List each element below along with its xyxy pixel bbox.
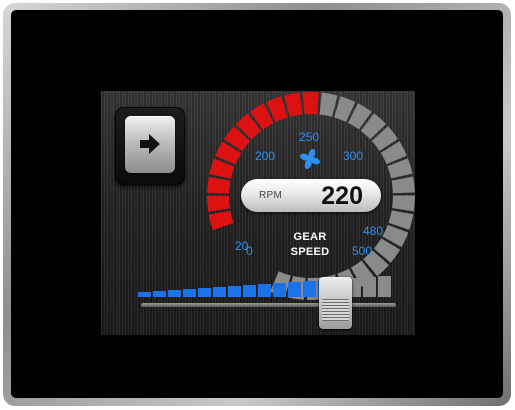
speed-bar-segment <box>288 282 301 297</box>
speed-bar-segment <box>243 285 256 297</box>
slider-thumb[interactable] <box>319 277 352 329</box>
speed-bar-segment <box>273 283 286 297</box>
speed-bar-segment <box>258 284 271 297</box>
speed-bar <box>138 276 391 297</box>
speed-bar-segment <box>213 287 226 297</box>
speed-bar-segment <box>153 291 166 297</box>
slider-track[interactable] <box>141 303 396 307</box>
speed-bar-segment <box>228 286 241 297</box>
speed-bar-segment <box>303 281 316 297</box>
slider-thumb-grip <box>322 299 349 321</box>
speed-bar-segment <box>378 276 391 297</box>
speed-bar-segment <box>138 292 151 297</box>
speed-bar-segment <box>363 277 376 297</box>
speed-bar-segment <box>183 289 196 297</box>
speed-bar-segment <box>198 288 211 297</box>
speed-bar-segment <box>168 290 181 297</box>
hmi-screen: RPM 220 20 0 200 250 300 480 500 GEAR SP… <box>101 91 415 335</box>
